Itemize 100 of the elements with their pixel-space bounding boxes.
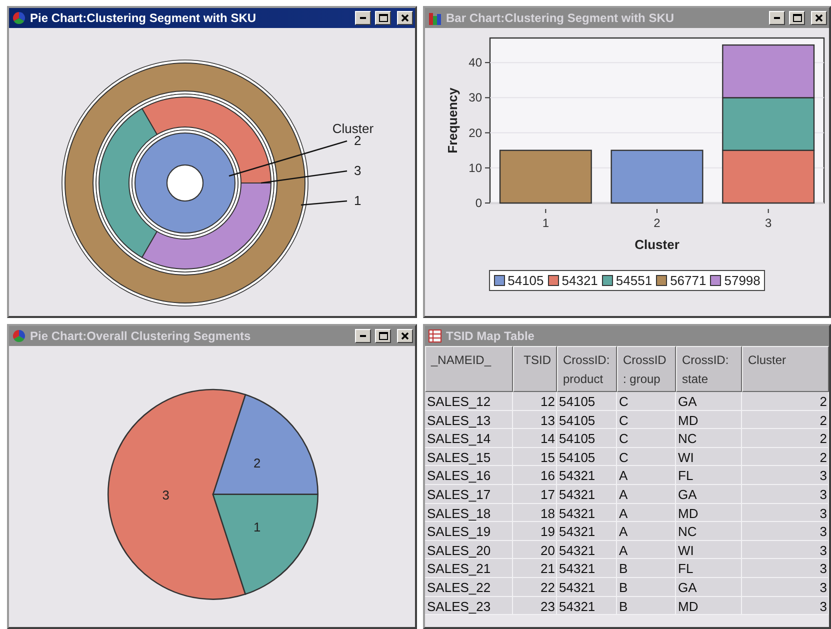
window-title: Bar Chart:Clustering Segment with SKU — [446, 11, 676, 25]
pie-chart-icon — [12, 11, 26, 25]
table-cell: SALES_16 — [425, 466, 513, 485]
table-cell: A — [617, 540, 676, 560]
table-cell: 3 — [742, 596, 829, 616]
table-cell: 2 — [742, 410, 829, 430]
table-cell: 54105 — [557, 429, 617, 448]
column-header[interactable]: CrossID : group — [617, 346, 676, 392]
close-button[interactable] — [811, 11, 827, 25]
table-cell: B — [617, 596, 676, 616]
column-header[interactable]: CrossID: product — [557, 346, 617, 392]
table-cell: SALES_17 — [425, 484, 513, 504]
table-cell: 3 — [742, 522, 829, 541]
table-cell: B — [617, 578, 676, 597]
table-cell: FL — [676, 559, 742, 578]
table-cell: SALES_13 — [425, 410, 513, 430]
table-cell: WI — [676, 540, 742, 560]
table-cell: 54321 — [557, 578, 617, 597]
column-header[interactable]: CrossID: state — [676, 346, 742, 392]
table-cell: 54321 — [557, 540, 617, 560]
slice-label: 2 — [254, 455, 261, 470]
table-cell: SALES_22 — [425, 578, 513, 597]
table-cell: A — [617, 522, 676, 541]
y-axis-title: Frequency — [445, 88, 460, 154]
y-tick-label: 0 — [475, 196, 482, 210]
table-cell: 18 — [513, 504, 557, 522]
table-cell: 19 — [513, 522, 557, 541]
ring-label: 3 — [354, 163, 362, 178]
x-axis-title: Cluster — [634, 237, 680, 252]
y-tick-label: 10 — [468, 160, 482, 175]
table-cell: SALES_14 — [425, 429, 513, 448]
donut-hole — [166, 164, 204, 202]
maximize-button[interactable] — [375, 329, 391, 343]
table-cell: 54321 — [557, 559, 617, 578]
leader-line — [300, 200, 348, 206]
table-cell: GA — [676, 578, 742, 597]
close-icon — [401, 14, 409, 22]
ring-label: 2 — [354, 133, 362, 148]
column-header[interactable]: TSID — [513, 346, 557, 392]
table-cell: C — [617, 410, 676, 430]
minimize-button[interactable] — [355, 11, 371, 25]
table-cell: 54321 — [557, 466, 617, 485]
table-cell: A — [617, 466, 676, 485]
table-cell: 20 — [513, 540, 557, 560]
table-cell: 3 — [742, 466, 829, 485]
table-cell: A — [617, 504, 676, 522]
table-cell: 14 — [513, 429, 557, 448]
minimize-button[interactable] — [355, 329, 371, 343]
pie-chart-icon — [12, 329, 26, 343]
table-cell: 54321 — [557, 484, 617, 504]
window-title: Pie Chart:Clustering Segment with SKU — [30, 11, 258, 25]
column-header[interactable]: Cluster — [742, 346, 829, 392]
maximize-button[interactable] — [789, 11, 805, 25]
legend-label: 54551 — [616, 273, 652, 288]
table-cell: NC — [676, 429, 742, 448]
table-cell: 3 — [742, 578, 829, 597]
table-cell: MD — [676, 410, 742, 430]
slice-label: 3 — [162, 487, 170, 502]
table-cell: 54105 — [557, 410, 617, 430]
legend-label: 54321 — [562, 273, 598, 288]
x-tick-label: 1 — [542, 216, 549, 230]
table-cell: 2 — [742, 429, 829, 448]
table-cell: A — [617, 484, 676, 504]
table-cell: 54321 — [557, 522, 617, 541]
table-cell: MD — [676, 596, 742, 616]
table-cell: 2 — [742, 392, 829, 411]
close-button[interactable] — [397, 11, 413, 25]
table-cell: 16 — [513, 466, 557, 485]
close-icon — [401, 332, 409, 340]
table-cell: 54105 — [557, 448, 617, 466]
y-tick-label: 40 — [468, 56, 482, 70]
table-cell: 54321 — [557, 596, 617, 616]
table-cell: FL — [676, 466, 742, 485]
table-cell: GA — [676, 484, 742, 504]
maximize-icon — [378, 332, 388, 340]
legend-label: 57998 — [724, 273, 760, 288]
maximize-icon — [378, 14, 388, 22]
close-button[interactable] — [397, 329, 413, 343]
table-cell: 2 — [742, 448, 829, 466]
minimize-button[interactable] — [769, 11, 785, 25]
table-cell: WI — [676, 448, 742, 466]
table-cell: C — [617, 429, 676, 448]
table-cell: MD — [676, 504, 742, 522]
bar-chart-icon — [428, 12, 442, 24]
minimize-icon — [360, 17, 366, 19]
table-cell: B — [617, 559, 676, 578]
column-header[interactable]: _NAMEID_ — [425, 346, 513, 392]
table-cell: 23 — [513, 596, 557, 616]
table-cell: SALES_19 — [425, 522, 513, 541]
table-cell: SALES_20 — [425, 540, 513, 560]
table-cell: 17 — [513, 484, 557, 504]
maximize-button[interactable] — [375, 11, 391, 25]
table-cell: 54321 — [557, 504, 617, 522]
table-cell: SALES_21 — [425, 559, 513, 578]
window-title: TSID Map Table — [446, 329, 536, 343]
table-cell: GA — [676, 392, 742, 411]
x-tick-label: 3 — [765, 216, 772, 230]
slice-label: 1 — [254, 519, 261, 534]
table-cell: 15 — [513, 448, 557, 466]
y-tick-label: 30 — [468, 90, 482, 105]
